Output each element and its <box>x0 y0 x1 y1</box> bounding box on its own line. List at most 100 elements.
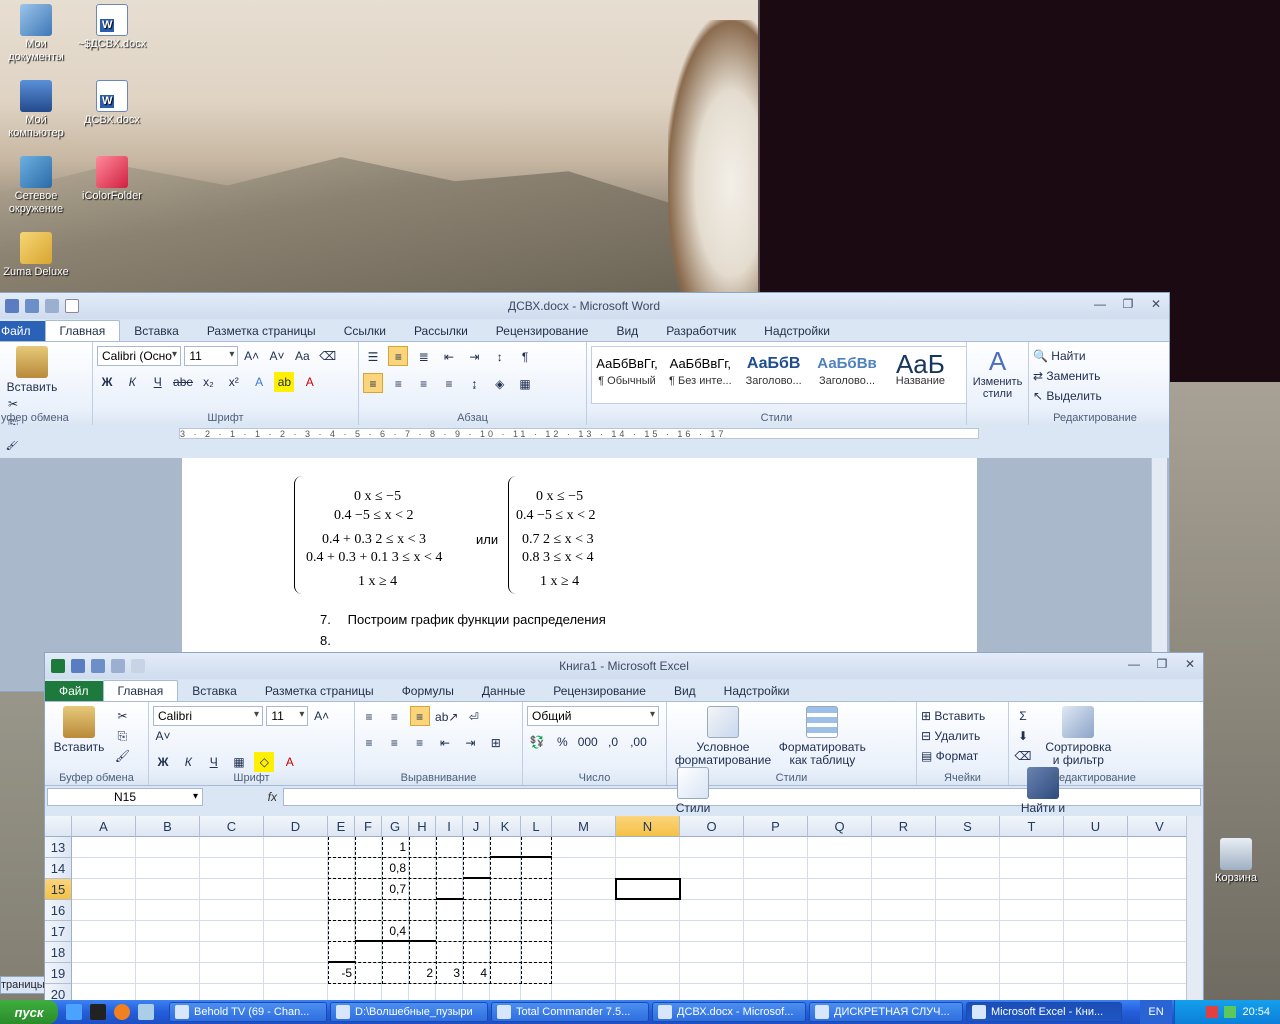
cut-icon[interactable]: ✂ <box>112 706 132 726</box>
tab-developer[interactable]: Разработчик <box>652 321 750 341</box>
row-header-18[interactable]: 18 <box>45 942 72 963</box>
font-size-combo[interactable]: 11 <box>266 706 309 726</box>
save-icon[interactable] <box>71 659 85 673</box>
align-bottom-icon[interactable]: ≡ <box>409 706 430 726</box>
taskbar-button[interactable]: ДИСКРЕТНАЯ СЛУЧ... <box>809 1002 963 1022</box>
paste-button[interactable]: Вставить <box>3 346 61 394</box>
row-header-14[interactable]: 14 <box>45 858 72 879</box>
sort-icon[interactable]: ↕ <box>490 347 510 367</box>
desktop-icon-my-computer[interactable]: Мой компьютер <box>0 80 72 140</box>
align-top-icon[interactable]: ≡ <box>359 707 379 727</box>
tab-mailings[interactable]: Рассылки <box>400 321 482 341</box>
font-name-combo[interactable]: Calibri (Осно <box>97 346 181 366</box>
strikethrough-button[interactable]: abe <box>173 372 193 392</box>
column-header-q[interactable]: Q <box>808 816 872 837</box>
change-styles-button[interactable]: A Изменить стили <box>967 342 1029 425</box>
font-size-combo[interactable]: 11 <box>184 346 239 366</box>
orientation-icon[interactable]: ab↗ <box>435 707 458 727</box>
maximize-icon[interactable]: ❐ <box>1155 657 1169 671</box>
style-title[interactable]: AaБ Название <box>885 347 955 399</box>
tab-insert[interactable]: Вставка <box>178 681 251 701</box>
save-icon[interactable] <box>5 299 19 313</box>
taskbar-button[interactable]: ДСВХ.docx - Microsof... <box>652 1002 806 1022</box>
sort-filter-button[interactable]: Сортировка и фильтр <box>1044 706 1112 767</box>
multilevel-list-icon[interactable]: ≣ <box>414 347 434 367</box>
tab-review[interactable]: Рецензирование <box>539 681 660 701</box>
cell-g14[interactable]: 0,8 <box>382 858 409 879</box>
tab-home[interactable]: Главная <box>102 680 179 701</box>
tab-page-layout[interactable]: Разметка страницы <box>251 681 388 701</box>
row-header-15[interactable]: 15 <box>45 879 72 900</box>
borders-icon[interactable]: ▦ <box>515 374 535 394</box>
align-center-icon[interactable]: ≡ <box>384 733 404 753</box>
decrease-indent-icon[interactable]: ⇤ <box>439 347 459 367</box>
autosum-button[interactable]: Σ <box>1013 706 1033 726</box>
tab-addins[interactable]: Надстройки <box>750 321 844 341</box>
shrink-font-icon[interactable]: A˅ <box>153 726 173 746</box>
grow-font-icon[interactable]: A˄ <box>312 706 332 726</box>
format-painter-icon[interactable]: 🖌 <box>112 746 132 766</box>
column-header-v[interactable]: V <box>1128 816 1186 837</box>
line-spacing-icon[interactable]: ↨ <box>464 374 484 394</box>
currency-icon[interactable]: 💱 <box>527 732 547 752</box>
style-no-spacing[interactable]: АаБбВвГг, ¶ Без инте... <box>665 347 735 399</box>
desktop-icon-icolorfolder[interactable]: iColorFolder <box>76 156 148 203</box>
desktop-icon-zuma[interactable]: Zuma Deluxe <box>0 232 72 279</box>
style-normal[interactable]: АаБбВвГг, ¶ Обычный <box>592 347 662 399</box>
tab-review[interactable]: Рецензирование <box>482 321 603 341</box>
format-as-table-button[interactable]: Форматировать как таблицу <box>778 706 866 767</box>
underline-button[interactable]: Ч <box>204 752 224 772</box>
increase-indent-icon[interactable]: ⇥ <box>460 733 480 753</box>
underline-button[interactable]: Ч <box>148 372 168 392</box>
font-color-icon[interactable]: A <box>280 752 300 772</box>
column-header-l[interactable]: L <box>521 816 552 837</box>
superscript-button[interactable]: x² <box>224 372 244 392</box>
tab-view[interactable]: Вид <box>660 681 710 701</box>
minimize-icon[interactable]: — <box>1093 297 1107 311</box>
taskbar-button[interactable]: Behold TV (69 - Chan... <box>169 1002 327 1022</box>
column-header-r[interactable]: R <box>872 816 936 837</box>
language-indicator[interactable]: EN <box>1140 1000 1172 1024</box>
fill-icon[interactable]: ⬇ <box>1013 726 1033 746</box>
number-format-combo[interactable]: Общий <box>527 706 659 726</box>
insert-cells-button[interactable]: ⊞ Вставить <box>921 706 1007 726</box>
shading-icon[interactable]: ◈ <box>490 374 510 394</box>
column-header-m[interactable]: M <box>552 816 616 837</box>
fill-color-icon[interactable]: ◇ <box>254 752 275 772</box>
style-heading-2[interactable]: АаБбВв Заголово... <box>812 347 882 399</box>
align-left-icon[interactable]: ≡ <box>359 733 379 753</box>
redo-icon[interactable] <box>45 299 59 313</box>
increase-decimal-icon[interactable]: ,0 <box>603 732 623 752</box>
copy-icon[interactable]: ⎘ <box>112 726 132 746</box>
format-cells-button[interactable]: ▤ Формат <box>921 746 1007 766</box>
column-header-d[interactable]: D <box>264 816 328 837</box>
paste-button[interactable]: Вставить <box>49 706 109 754</box>
align-right-icon[interactable]: ≡ <box>410 733 430 753</box>
name-box[interactable]: N15 <box>47 787 203 806</box>
column-header-o[interactable]: O <box>680 816 744 837</box>
align-center-icon[interactable]: ≡ <box>388 374 408 394</box>
quicklaunch-icon[interactable] <box>138 1004 154 1020</box>
close-icon[interactable]: ✕ <box>1183 657 1197 671</box>
font-name-combo[interactable]: Calibri <box>153 706 263 726</box>
delete-cells-button[interactable]: ⊟ Удалить <box>921 726 1007 746</box>
change-case-button[interactable]: Aa <box>292 346 312 366</box>
tab-file[interactable]: Файл <box>0 321 45 341</box>
align-middle-icon[interactable]: ≡ <box>384 707 404 727</box>
tab-home[interactable]: Главная <box>44 320 121 341</box>
row-header-19[interactable]: 19 <box>45 963 72 984</box>
text-effects-icon[interactable]: A <box>249 372 269 392</box>
desktop-icon-recycle-bin[interactable]: Корзина <box>1200 838 1272 885</box>
column-header-i[interactable]: I <box>436 816 463 837</box>
cut-icon[interactable]: ✂ <box>3 394 23 414</box>
column-header-j[interactable]: J <box>463 816 490 837</box>
tray-icon[interactable] <box>1224 1006 1237 1018</box>
tab-view[interactable]: Вид <box>602 321 652 341</box>
column-header-s[interactable]: S <box>936 816 1000 837</box>
shrink-font-icon[interactable]: A˅ <box>267 346 287 366</box>
column-header-k[interactable]: K <box>490 816 521 837</box>
column-header-c[interactable]: C <box>200 816 264 837</box>
column-header-n[interactable]: N <box>616 816 680 837</box>
column-header-t[interactable]: T <box>1000 816 1064 837</box>
column-header-b[interactable]: B <box>136 816 200 837</box>
